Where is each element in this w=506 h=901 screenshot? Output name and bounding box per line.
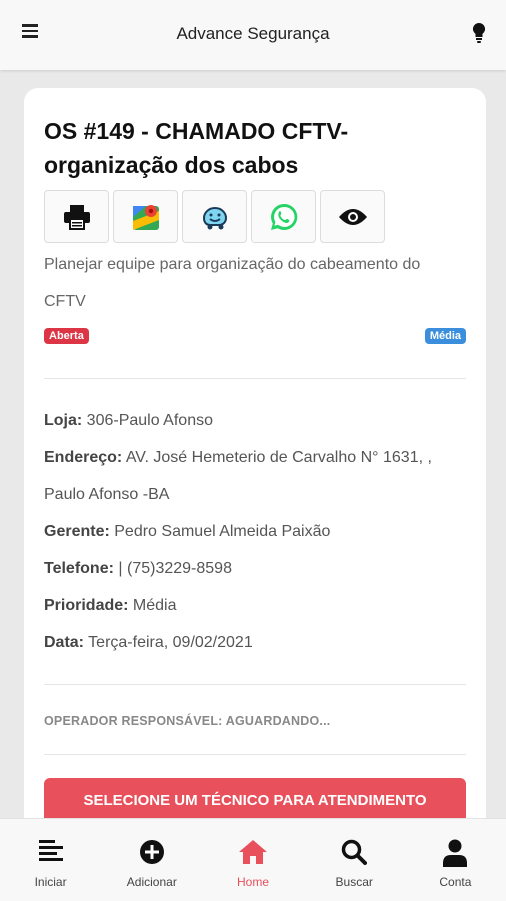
store-value: 306-Paulo Afonso xyxy=(86,412,213,429)
store-row: Loja: 306-Paulo Afonso xyxy=(44,412,213,429)
order-description: Planejar equipe para organização do cabe… xyxy=(44,256,421,310)
nav-item-home[interactable]: Home xyxy=(202,819,303,901)
plus-circle-icon xyxy=(139,840,164,864)
print-button[interactable] xyxy=(44,190,109,243)
priority-badge: Média xyxy=(424,328,466,344)
bottom-navigation: Iniciar Adicionar Home Buscar Conta xyxy=(0,818,506,901)
phone-value[interactable]: | (75)3229-8598 xyxy=(118,560,232,577)
action-buttons xyxy=(44,190,385,243)
search-icon xyxy=(341,839,368,865)
waze-icon xyxy=(202,206,227,229)
nav-label: Iniciar xyxy=(34,875,67,889)
divider xyxy=(44,754,466,755)
priority-value: Média xyxy=(132,597,177,614)
nav-label: Conta xyxy=(439,875,472,889)
divider xyxy=(44,684,466,685)
view-button[interactable] xyxy=(320,190,385,243)
divider xyxy=(44,378,466,379)
nav-label: Adicionar xyxy=(126,875,177,889)
nav-item-conta[interactable]: Conta xyxy=(405,819,506,901)
order-card: OS #149 - CHAMADO CFTV-organização dos c… xyxy=(24,88,486,848)
order-title: OS #149 - CHAMADO CFTV-organização dos c… xyxy=(44,118,349,178)
waze-button[interactable] xyxy=(182,190,247,243)
address-row: Endereço: AV. José Hemeterio de Carvalho… xyxy=(44,449,432,503)
eye-icon xyxy=(338,208,367,225)
date-row: Data: Terça-feira, 09/02/2021 xyxy=(44,634,253,651)
whatsapp-button[interactable] xyxy=(251,190,316,243)
nav-item-adicionar[interactable]: Adicionar xyxy=(101,819,202,901)
priority-row: Prioridade: Média xyxy=(44,597,177,614)
nav-label: Home xyxy=(237,875,270,889)
home-icon xyxy=(239,840,267,864)
lightbulb-icon[interactable] xyxy=(472,22,486,44)
manager-row: Gerente: Pedro Samuel Almeida Paixão xyxy=(44,523,331,540)
nav-item-iniciar[interactable]: Iniciar xyxy=(0,819,101,901)
whatsapp-icon xyxy=(270,203,297,230)
status-badge: Aberta xyxy=(44,328,89,344)
order-details: Loja: 306-Paulo Afonso Endereço: AV. Jos… xyxy=(44,402,464,661)
phone-row: Telefone: | (75)3229-8598 xyxy=(44,560,232,577)
app-title: Advance Segurança xyxy=(176,24,330,43)
date-value: Terça-feira, 09/02/2021 xyxy=(88,634,253,651)
maps-icon xyxy=(132,204,159,230)
manager-value: Pedro Samuel Almeida Paixão xyxy=(114,523,331,540)
nav-label: Buscar xyxy=(335,875,373,889)
operator-status: OPERADOR RESPONSÁVEL: AGUARDANDO... xyxy=(44,714,331,728)
maps-button[interactable] xyxy=(113,190,178,243)
user-icon xyxy=(443,839,468,867)
nav-item-buscar[interactable]: Buscar xyxy=(304,819,405,901)
menu-lines-icon xyxy=(38,840,63,861)
top-bar: Advance Segurança xyxy=(0,0,506,70)
print-icon xyxy=(63,204,90,230)
